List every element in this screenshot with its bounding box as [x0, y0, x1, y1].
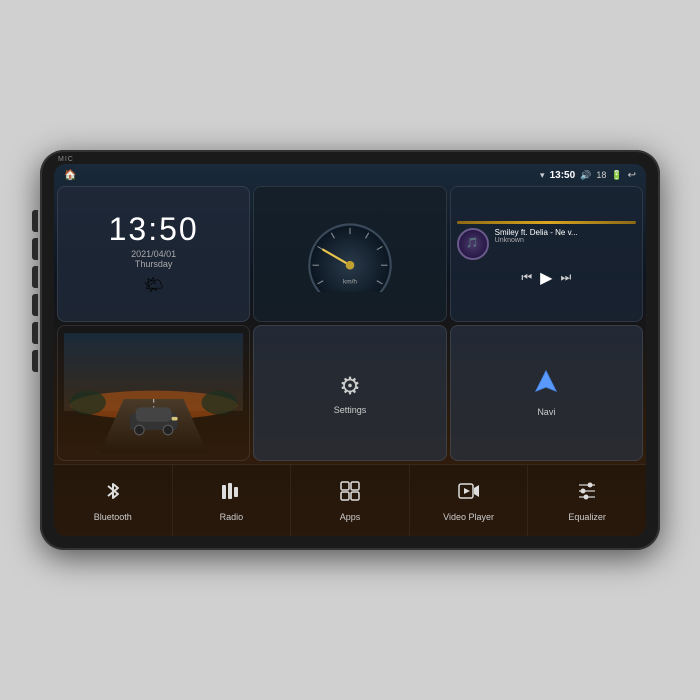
music-gold-bar [457, 221, 636, 224]
settings-label: Settings [334, 405, 367, 415]
bluetooth-button[interactable]: Bluetooth [54, 465, 173, 536]
home-status-icon: 🏠 [64, 170, 76, 181]
video-icon [458, 480, 480, 508]
volume-level: 18 [596, 170, 606, 180]
radio-icon [220, 480, 242, 508]
road-scene-widget [57, 325, 250, 461]
apps-button[interactable]: Apps [291, 465, 410, 536]
track-title: Smiley ft. Delia - Ne v... [495, 228, 595, 237]
speedometer-svg: km/h [295, 217, 405, 292]
radio-label: Radio [220, 512, 244, 522]
vol-down-button[interactable] [32, 350, 38, 372]
settings-widget[interactable]: ⚙ Settings [253, 325, 446, 461]
music-widget: 🎵 Smiley ft. Delia - Ne v... Unknown ⏮ ▶… [450, 186, 643, 322]
bottom-app-bar: Bluetooth Radio [54, 464, 646, 536]
road-svg [64, 332, 243, 454]
rst-button[interactable] [32, 210, 38, 232]
weather-icon: 🌤 [144, 275, 164, 295]
equalizer-button[interactable]: Equalizer [528, 465, 646, 536]
wifi-icon: ▾ [540, 170, 545, 181]
track-artist: Unknown [495, 237, 636, 244]
prev-button[interactable]: ⏮ [521, 270, 532, 285]
music-top: 🎵 Smiley ft. Delia - Ne v... Unknown [457, 228, 636, 260]
status-bar: 🏠 ▾ 13:50 🔊 18 🔋 ↩ [54, 164, 646, 186]
weather-display: 🌤 [144, 275, 164, 295]
clock-display: 13:50 [109, 213, 199, 245]
back-button[interactable] [32, 294, 38, 316]
album-art: 🎵 [457, 228, 489, 260]
svg-text:km/h: km/h [343, 278, 357, 285]
speedometer-widget: km/h [253, 186, 446, 322]
apps-label: Apps [340, 512, 361, 522]
bluetooth-icon [102, 480, 124, 508]
music-info: Smiley ft. Delia - Ne v... Unknown [495, 228, 636, 244]
next-button[interactable]: ⏭ [560, 270, 571, 285]
status-icons: ▾ 13:50 🔊 18 🔋 ↩ [540, 170, 636, 181]
status-time: 13:50 [550, 170, 576, 181]
main-screen: 🏠 ▾ 13:50 🔊 18 🔋 ↩ 13:50 2021/04/01 Thur… [54, 164, 646, 536]
radio-button[interactable]: Radio [173, 465, 292, 536]
mic-label: MIC [58, 156, 74, 163]
car-head-unit: MIC 🏠 ▾ 13:50 🔊 18 🔋 ↩ [40, 150, 660, 550]
back-nav-icon[interactable]: ↩ [628, 170, 636, 181]
main-content-grid: 13:50 2021/04/01 Thursday 🌤 [57, 186, 643, 461]
equalizer-icon [576, 480, 598, 508]
navi-widget[interactable]: Navi [450, 325, 643, 461]
bluetooth-label: Bluetooth [94, 512, 132, 522]
clock-widget: 13:50 2021/04/01 Thursday 🌤 [57, 186, 250, 322]
apps-icon [339, 480, 361, 508]
vol-up-button[interactable] [32, 322, 38, 344]
home-button[interactable] [32, 266, 38, 288]
side-buttons [32, 210, 38, 372]
navi-label: Navi [537, 407, 555, 417]
clock-date: 2021/04/01 Thursday [131, 249, 176, 269]
equalizer-label: Equalizer [568, 512, 606, 522]
navi-icon [532, 369, 560, 403]
settings-icon: ⚙ [339, 372, 361, 401]
video-label: Video Player [443, 512, 494, 522]
play-button[interactable]: ▶ [540, 268, 552, 288]
video-button[interactable]: Video Player [410, 465, 529, 536]
volume-icon: 🔊 [580, 170, 591, 181]
power-button[interactable] [32, 238, 38, 260]
music-controls: ⏮ ▶ ⏭ [457, 268, 636, 288]
status-left-icons: 🏠 [64, 170, 76, 181]
speedo-container: km/h [260, 193, 439, 315]
battery-icon: 🔋 [611, 170, 622, 181]
